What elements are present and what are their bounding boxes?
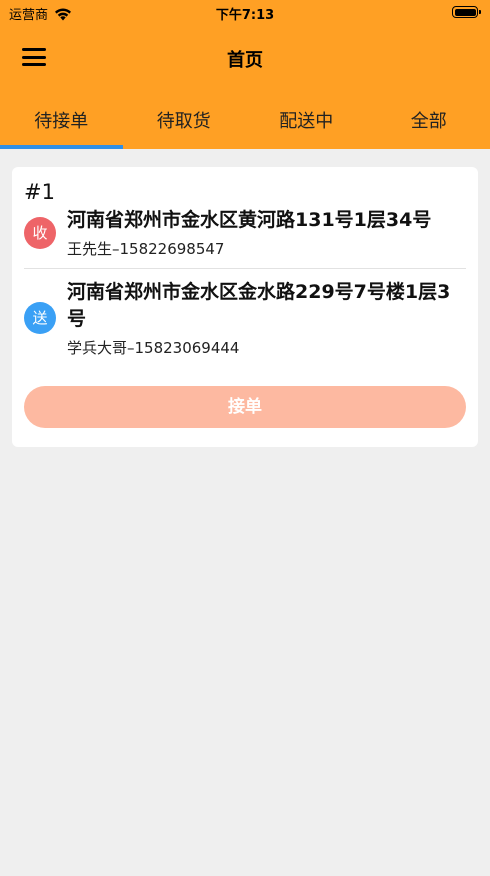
tab-delivering[interactable]: 配送中	[245, 90, 368, 149]
pickup-badge: 收	[24, 217, 56, 249]
navigation-bar: 首页	[0, 26, 490, 90]
battery-icon	[452, 6, 481, 18]
tab-pending-pickup[interactable]: 待取货	[123, 90, 246, 149]
delivery-badge: 送	[24, 302, 56, 334]
delivery-contact: 学兵大哥–15823069444	[67, 339, 240, 357]
divider	[24, 268, 466, 269]
page-title: 首页	[227, 50, 263, 71]
app-header: 运营商 下午7:13 首页 待接单 待取货 配送中 全部	[0, 0, 490, 149]
order-number: #1	[24, 180, 55, 204]
order-status-tabs: 待接单 待取货 配送中 全部	[0, 90, 490, 149]
pickup-contact: 王先生–15822698547	[67, 240, 225, 258]
tab-all[interactable]: 全部	[368, 90, 490, 149]
status-time: 下午7:13	[215, 8, 275, 23]
tab-pending-accept[interactable]: 待接单	[0, 90, 123, 149]
accept-order-button[interactable]: 接单	[24, 386, 466, 428]
status-bar: 运营商 下午7:13	[0, 0, 490, 26]
order-card[interactable]: #1 收 河南省郑州市金水区黄河路131号1层34号 王先生–158226985…	[12, 167, 478, 447]
pickup-address: 河南省郑州市金水区黄河路131号1层34号	[67, 209, 432, 231]
delivery-address: 河南省郑州市金水区金水路229号7号楼1层3号	[67, 281, 451, 330]
